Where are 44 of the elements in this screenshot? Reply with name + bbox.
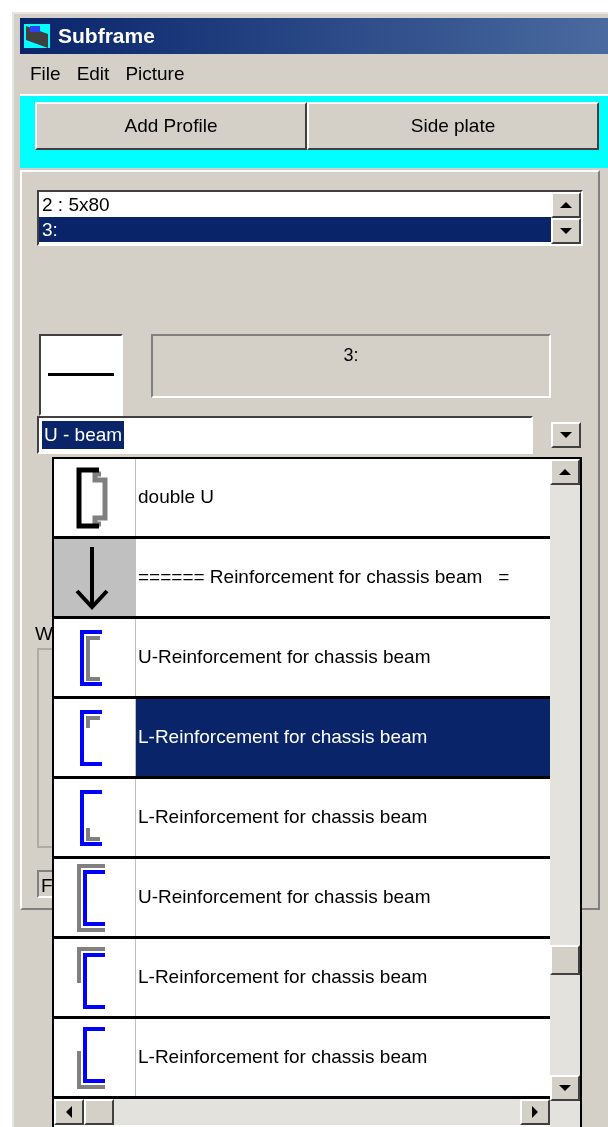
item-label: ====== Reinforcement for chassis beam = (138, 565, 510, 590)
triangle-left-icon (65, 1105, 73, 1119)
scroll-down-button[interactable] (550, 1075, 580, 1101)
scroll-right-button[interactable] (520, 1099, 550, 1125)
item-label: L-Reinforcement for chassis beam (138, 1045, 428, 1070)
triangle-up-icon (559, 201, 573, 209)
profile-caption: 3: (343, 344, 359, 367)
scroll-up-button[interactable] (551, 192, 581, 218)
item-label: L-Reinforcement for chassis beam (138, 805, 428, 830)
scroll-left-button[interactable] (54, 1099, 84, 1125)
bracket-profile-icon (76, 863, 107, 932)
menu-item[interactable]: Picture (119, 59, 191, 89)
field-label: F (41, 875, 53, 896)
item-label: L-Reinforcement for chassis beam (138, 965, 428, 990)
item-label: U-Reinforcement for chassis beam (138, 885, 431, 910)
bracket-profile-icon (76, 1026, 107, 1089)
triangle-down-icon (559, 431, 573, 439)
field-label: W (35, 622, 53, 646)
bracket-profile-icon (76, 946, 107, 1009)
triangle-up-icon (558, 468, 572, 476)
menu-item[interactable]: File (24, 59, 67, 89)
scroll-down-button[interactable] (551, 218, 581, 244)
toolbar-button[interactable]: Side plate (307, 102, 599, 150)
bracket-profile-icon (79, 709, 104, 766)
menu-item[interactable]: Edit (70, 59, 116, 89)
triangle-down-icon (559, 227, 573, 235)
down-arrow-icon (74, 545, 109, 610)
item-label: U-Reinforcement for chassis beam (138, 645, 431, 670)
bracket-profile-icon (75, 466, 108, 529)
bracket-profile-icon (79, 789, 104, 846)
scroll-thumb[interactable] (84, 1099, 114, 1125)
dropdown-button[interactable] (551, 422, 581, 448)
item-label: L-Reinforcement for chassis beam (138, 725, 428, 750)
item-label: double U (138, 485, 215, 510)
profile-list-item[interactable]: 3: (39, 217, 551, 242)
scroll-thumb[interactable] (550, 945, 580, 975)
line-profile-icon (48, 373, 114, 377)
toolbar-button[interactable]: Add Profile (35, 102, 307, 150)
bracket-profile-icon (79, 629, 104, 686)
triangle-down-icon (558, 1084, 572, 1092)
triangle-right-icon (531, 1105, 539, 1119)
scroll-up-button[interactable] (550, 459, 580, 485)
profile-combo-field[interactable]: U - beam (37, 416, 533, 454)
window-title: Subframe (58, 23, 155, 50)
